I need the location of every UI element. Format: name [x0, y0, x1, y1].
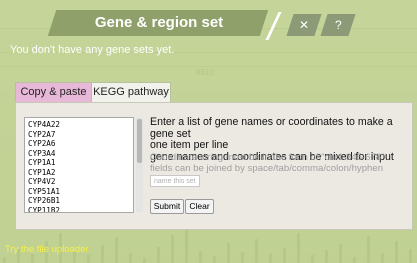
gene-list-line: CYP2A6 [28, 139, 56, 148]
help-icon: ? [334, 18, 342, 32]
hint-line: Coordinate string must be in the form of… [150, 152, 385, 163]
gene-list-line: CYP4V2 [28, 177, 56, 186]
empty-state-message: You don't have any gene sets yet. [10, 44, 175, 56]
file-uploader-link[interactable]: Try the file uploader [5, 244, 89, 255]
gene-set-panel: Gene & region set ✕ ? You don't have any… [0, 0, 417, 263]
gene-list-line: CYP1A1 [28, 158, 56, 167]
panel-title: Gene & region set [94, 14, 224, 31]
hint-line: fields can be joined by space/tab/comma/… [150, 162, 384, 174]
coordinate-hint: Coordinate string must be in the form of… [150, 152, 408, 174]
gene-list-line: CYP26B1 [28, 196, 61, 205]
submit-button[interactable]: Submit [150, 199, 184, 214]
gene-list-line: CYP3A4 [28, 148, 56, 158]
gene-list-line: CYP1A2 [28, 167, 56, 177]
panel-header: Gene & region set ✕ ? [0, 6, 417, 40]
scrollbar-thumb[interactable] [137, 119, 142, 163]
gene-list-textarea[interactable]: CYP4A22 CYP2A7 CYP2A6 CYP3A4 CYP1A1 CYP1A2 CYP… [24, 117, 134, 213]
textarea-scrollbar[interactable] [136, 118, 143, 212]
gene-list-line: CYP11B2 [28, 205, 61, 213]
header-divider [265, 12, 282, 40]
instruction-line: Enter a list of gene names or coordinate… [150, 116, 393, 140]
close-icon: ✕ [298, 18, 310, 32]
gene-list-line: CYP51A1 [28, 186, 61, 196]
gene-list-line: CYP4A22 [28, 120, 61, 129]
tab-copy-paste[interactable]: Copy & paste [15, 82, 92, 102]
close-button[interactable]: ✕ [286, 14, 322, 36]
gene-list-line: CYP2A7 [28, 129, 56, 139]
clear-button[interactable]: Clear [185, 199, 214, 214]
tab-kegg-pathway[interactable]: KEGG pathway [91, 82, 171, 102]
set-name-input[interactable]: name this set [150, 175, 200, 187]
copy-paste-tab-content: CYP4A22 CYP2A7 CYP2A6 CYP3A4 CYP1A1 CYP1A2 CYP… [15, 102, 413, 230]
help-button[interactable]: ? [320, 14, 356, 36]
instruction-line: one item per line [150, 139, 229, 151]
